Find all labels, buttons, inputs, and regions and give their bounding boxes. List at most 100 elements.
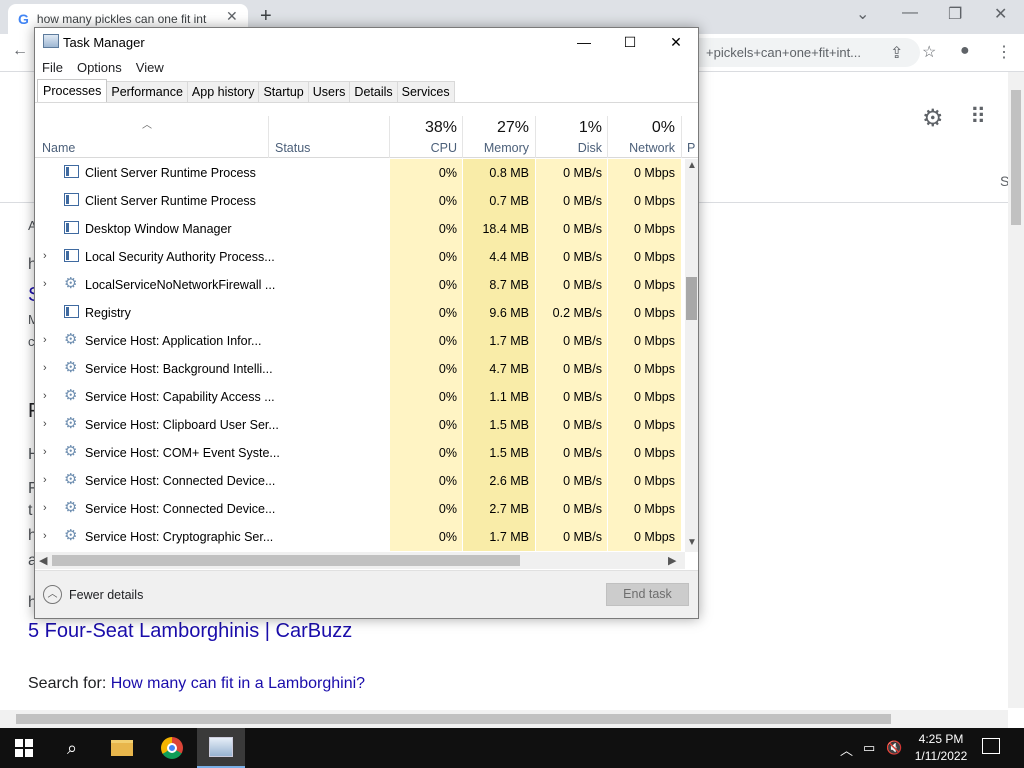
page-hscroll-thumb[interactable] [16, 714, 891, 724]
expand-chevron-icon[interactable]: › [43, 530, 47, 542]
tray-overflow-chevron-icon[interactable]: ︿ [840, 740, 853, 759]
column-power[interactable]: P [687, 141, 695, 155]
process-row[interactable]: › ⚙ Service Host: Connected Device... 0% 2.7… [35, 495, 685, 523]
expand-chevron-icon[interactable]: › [43, 418, 47, 430]
share-icon[interactable]: ⇪ [890, 43, 903, 63]
process-scroll-thumb[interactable] [686, 277, 697, 320]
notification-center-icon[interactable] [982, 738, 1000, 754]
process-row[interactable]: Client Server Runtime Process 0% 0.7 MB 0 M… [35, 187, 685, 215]
column-separator[interactable] [607, 116, 608, 158]
column-memory[interactable]: Memory [465, 141, 529, 155]
process-row[interactable]: › ⚙ Service Host: Cryptographic Ser... 0% 1.… [35, 523, 685, 551]
restore-browser-button[interactable]: ❐ [948, 4, 962, 24]
process-vertical-scrollbar[interactable]: ▲ ▼ [685, 159, 698, 552]
process-row[interactable]: › ⚙ Service Host: Background Intelli... 0% 4… [35, 355, 685, 383]
back-arrow-icon[interactable]: ← [12, 42, 28, 60]
column-cpu[interactable]: CPU [395, 141, 457, 155]
process-disk: 0 MB/s [563, 362, 602, 376]
expand-chevron-icon[interactable]: › [43, 334, 47, 346]
taskbar-search-button[interactable]: ⌕ [48, 728, 96, 768]
process-horizontal-scrollbar[interactable]: ◀ ▶ [35, 552, 685, 569]
bookmark-star-icon[interactable]: ☆ [922, 42, 936, 62]
expand-chevron-icon[interactable]: › [43, 278, 47, 290]
maximize-button[interactable]: ☐ [607, 28, 653, 56]
column-separator[interactable] [681, 116, 682, 158]
close-button[interactable]: ✕ [653, 28, 699, 56]
page-horizontal-scrollbar[interactable] [0, 710, 1008, 728]
fewer-details-link[interactable]: Fewer details [69, 588, 143, 602]
new-tab-button[interactable]: + [260, 5, 272, 28]
expand-chevron-icon[interactable]: › [43, 362, 47, 374]
tab-users[interactable]: Users [307, 81, 351, 103]
process-row[interactable]: Desktop Window Manager 0% 18.4 MB 0 MB/s 0 M… [35, 215, 685, 243]
page-scroll-thumb[interactable] [1011, 90, 1021, 225]
start-button[interactable] [0, 728, 48, 768]
network-icon[interactable]: ▭ [863, 740, 875, 756]
process-memory: 1.1 MB [489, 390, 529, 404]
search-result-link[interactable]: 5 Four-Seat Lamborghinis | CarBuzz [28, 620, 352, 643]
tab-details[interactable]: Details [349, 81, 398, 103]
process-row[interactable]: › ⚙ LocalServiceNoNetworkFirewall ... 0% 8.7… [35, 271, 685, 299]
column-network[interactable]: Network [610, 141, 675, 155]
process-memory: 4.7 MB [489, 362, 529, 376]
close-tab-icon[interactable]: ✕ [226, 8, 238, 25]
tab-processes[interactable]: Processes [37, 79, 108, 103]
process-row[interactable]: › ⚙ Service Host: Application Infor... 0% 1.… [35, 327, 685, 355]
tab-app-history[interactable]: App history [186, 81, 260, 103]
taskbar-chrome[interactable] [148, 728, 196, 768]
disk-percent[interactable]: 1% [540, 119, 602, 137]
menu-options[interactable]: Options [70, 57, 129, 77]
cpu-percent[interactable]: 38% [395, 119, 457, 137]
scroll-up-icon[interactable]: ▲ [687, 160, 697, 171]
related-search-link[interactable]: How many can fit in a Lamborghini? [111, 675, 365, 692]
process-row[interactable]: › ⚙ Service Host: Clipboard User Ser... 0% 1… [35, 411, 685, 439]
column-disk[interactable]: Disk [540, 141, 602, 155]
expand-chevron-icon[interactable]: › [43, 250, 47, 262]
tab-services[interactable]: Services [396, 81, 455, 103]
tab-search-icon[interactable]: ⌄ [856, 4, 869, 24]
column-name[interactable]: Name [42, 141, 75, 155]
expand-chevron-icon[interactable]: › [43, 446, 47, 458]
column-separator[interactable] [389, 116, 390, 158]
expand-chevron-icon[interactable]: › [43, 474, 47, 486]
chrome-icon [161, 737, 183, 759]
tab-performance[interactable]: Performance [106, 81, 188, 103]
end-task-button[interactable]: End task [606, 583, 689, 606]
profile-avatar-icon[interactable]: ● [960, 42, 970, 60]
minimize-button[interactable]: — [561, 28, 607, 56]
scroll-right-icon[interactable]: ▶ [668, 554, 676, 567]
process-row[interactable]: Client Server Runtime Process 0% 0.8 MB 0 M… [35, 159, 685, 187]
memory-percent[interactable]: 27% [465, 119, 529, 137]
taskbar-file-explorer[interactable] [98, 728, 146, 768]
network-percent[interactable]: 0% [610, 119, 675, 137]
menu-view[interactable]: View [129, 57, 171, 77]
expand-chevron-icon[interactable]: › [43, 390, 47, 402]
tab-startup[interactable]: Startup [258, 81, 309, 103]
scroll-down-icon[interactable]: ▼ [687, 537, 697, 548]
chevron-up-icon[interactable]: ︿ [43, 585, 62, 604]
process-row[interactable]: › ⚙ Service Host: Connected Device... 0% 2.6… [35, 467, 685, 495]
column-separator[interactable] [462, 116, 463, 158]
minimize-browser-button[interactable]: — [902, 4, 918, 22]
taskbar-clock[interactable]: 4:25 PM 1/11/2022 [905, 731, 977, 765]
menu-file[interactable]: File [35, 57, 70, 77]
process-row[interactable]: Registry 0% 9.6 MB 0.2 MB/s 0 Mbps [35, 299, 685, 327]
process-row[interactable]: › Local Security Authority Process... 0% 4.… [35, 243, 685, 271]
close-browser-button[interactable]: ✕ [994, 4, 1007, 24]
column-separator[interactable] [535, 116, 536, 158]
browser-menu-icon[interactable]: ⋮ [996, 42, 1012, 62]
page-vertical-scrollbar[interactable] [1008, 72, 1024, 708]
expand-chevron-icon[interactable]: › [43, 502, 47, 514]
google-apps-icon[interactable]: ⠿ [970, 104, 986, 130]
task-manager-titlebar[interactable]: Task Manager — ☐ ✕ [35, 28, 698, 56]
volume-muted-icon[interactable]: 🔇 [886, 740, 902, 756]
scroll-left-icon[interactable]: ◀ [39, 554, 47, 567]
process-row[interactable]: › ⚙ Service Host: COM+ Event Syste... 0% 1.5… [35, 439, 685, 467]
process-hscroll-thumb[interactable] [52, 555, 520, 566]
process-window-icon [64, 193, 79, 206]
column-status[interactable]: Status [275, 141, 310, 155]
settings-gear-icon[interactable]: ⚙ [922, 104, 944, 133]
column-separator[interactable] [268, 116, 269, 158]
process-row[interactable]: › ⚙ Service Host: Capability Access ... 0% 1… [35, 383, 685, 411]
taskbar-task-manager[interactable] [197, 728, 245, 768]
